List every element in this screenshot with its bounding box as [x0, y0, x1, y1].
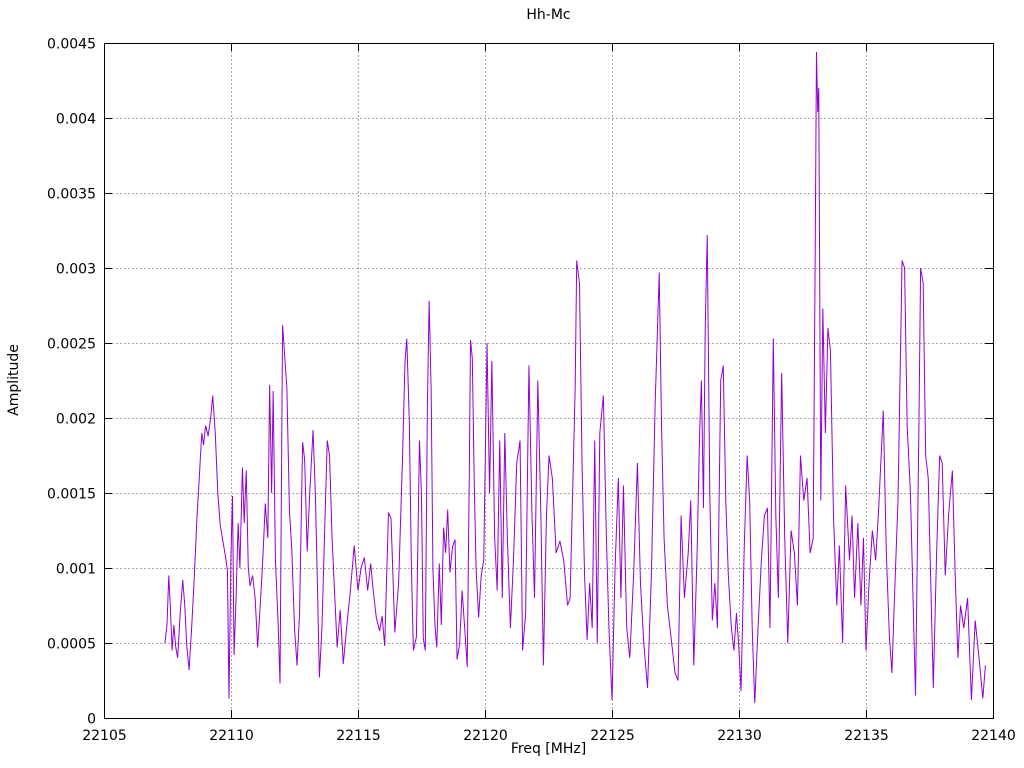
chart-title: Hh-Mc	[526, 7, 571, 23]
y-axis-title: Amplitude	[6, 344, 22, 416]
y-tick-label: 0.0045	[47, 37, 96, 53]
gridlines	[104, 43, 993, 718]
chart-figure: 22105 22110 22115 22120 22125 22130 22135 22140…	[0, 0, 1024, 768]
y-tick-label: 0.0005	[47, 637, 96, 653]
plot-canvas: 22105 22110 22115 22120 22125 22130 22135 22140…	[47, 37, 1016, 745]
y-tick-label: 0.0035	[47, 187, 96, 203]
y-tick-label: 0.004	[56, 112, 96, 128]
y-tick-label: 0	[87, 712, 96, 728]
y-tick-label: 0.001	[56, 562, 96, 578]
y-tick-label: 0.003	[56, 262, 96, 278]
tick-labels: 22105 22110 22115 22120 22125 22130 22135 22140…	[47, 37, 1016, 745]
axis-ticks	[104, 43, 994, 719]
y-tick-label: 0.0015	[47, 487, 96, 503]
y-tick-label: 0.002	[56, 412, 96, 428]
data-series-line	[164, 51, 986, 704]
x-axis-title: Freq [MHz]	[510, 741, 587, 757]
plot-border	[104, 43, 994, 719]
data-series	[164, 51, 986, 704]
plot-border-rect	[104, 43, 994, 719]
y-tick-label: 0.0025	[47, 337, 96, 353]
